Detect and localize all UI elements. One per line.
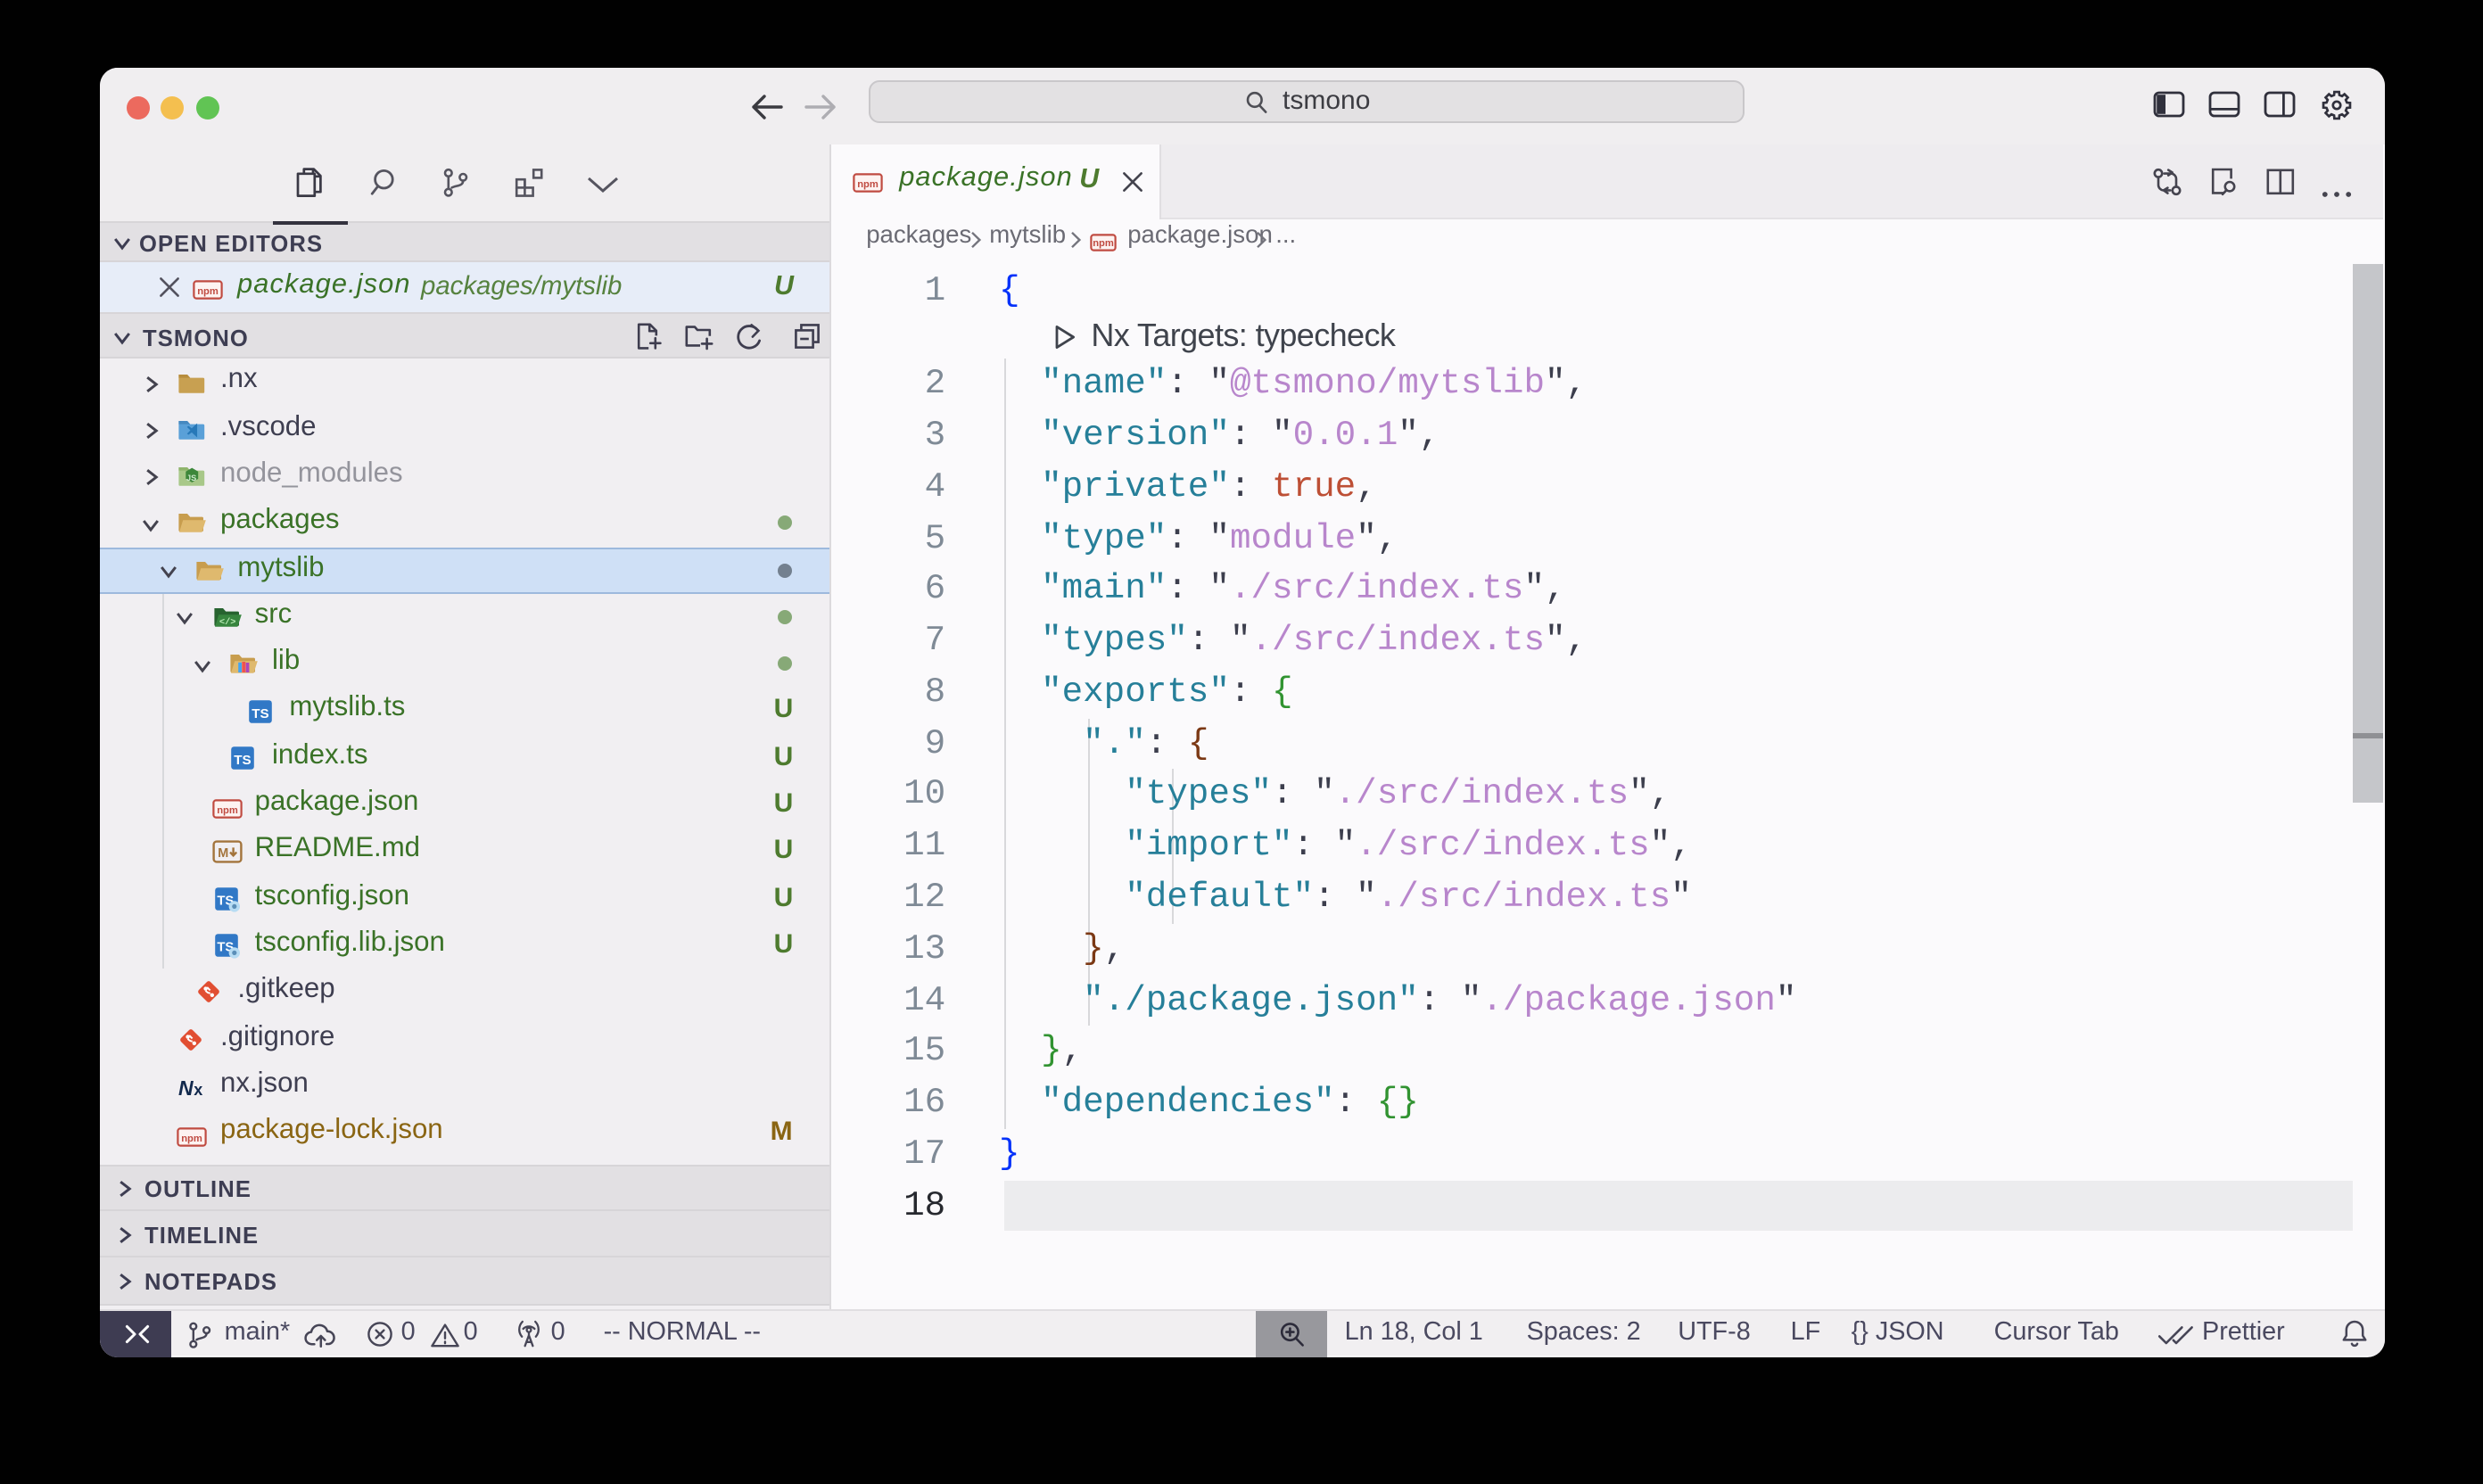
svg-text:npm: npm: [196, 286, 218, 297]
svg-text:TS: TS: [252, 705, 268, 721]
svg-text:</>: </>: [219, 617, 235, 628]
svg-text:npm: npm: [182, 1134, 203, 1144]
svg-text:TS: TS: [235, 753, 252, 768]
svg-text:M: M: [217, 847, 227, 862]
svg-text:npm: npm: [216, 805, 237, 816]
svg-text:npm: npm: [1093, 238, 1114, 249]
svg-text:npm: npm: [858, 178, 879, 189]
svg-text:N: N: [178, 1076, 194, 1098]
svg-text:x: x: [194, 1080, 203, 1098]
svg-text:JS: JS: [186, 474, 196, 483]
